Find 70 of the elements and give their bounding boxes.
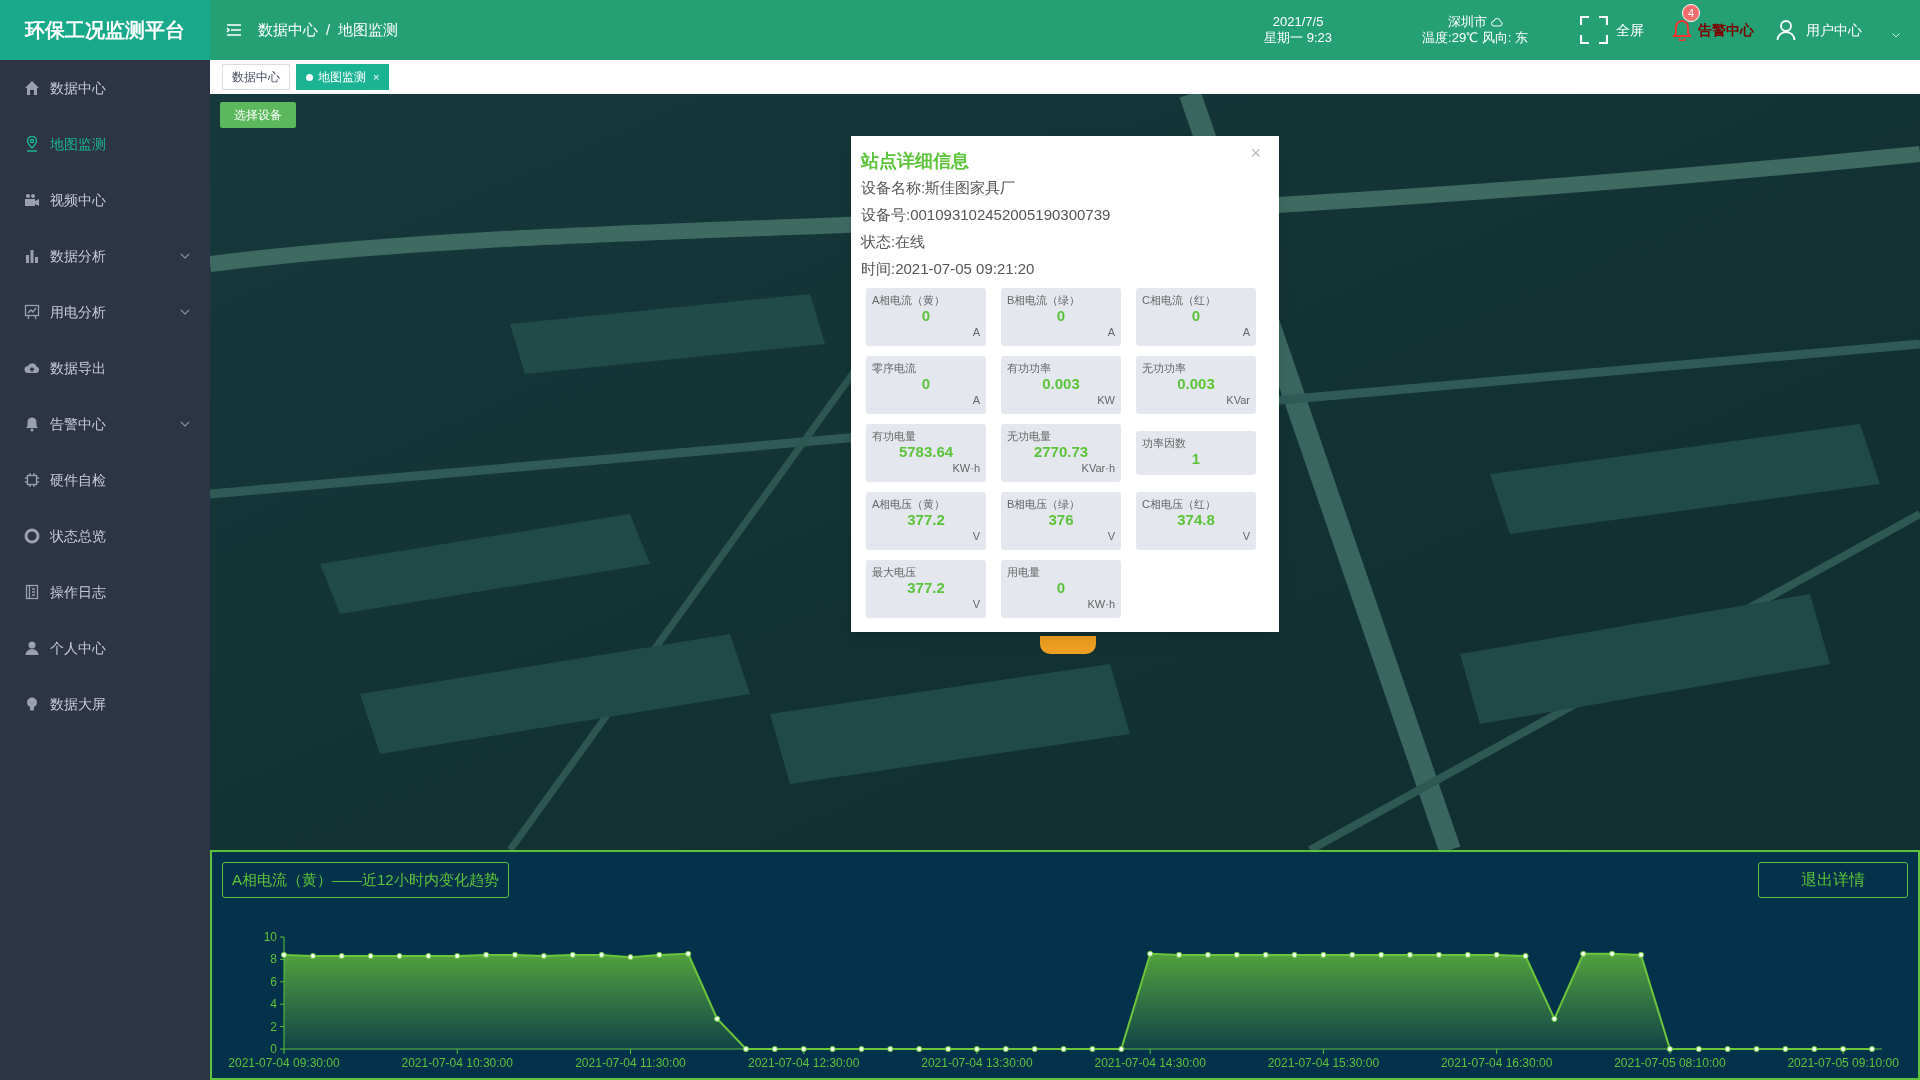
metric-value: 0 (1190, 307, 1202, 325)
axis-tick-label: 2021-07-04 14:30:00 (1094, 1056, 1206, 1070)
detail-text: 设备号:001093102452005190300739 (861, 205, 1112, 225)
metric-label: 最大电压 (872, 566, 917, 579)
metric-label: C相电流（红） (1142, 294, 1217, 307)
metric-label: 无功功率 (1142, 362, 1187, 375)
metric-unit: V (972, 597, 980, 611)
metric-unit: A (1242, 325, 1250, 339)
axis-tick-label: 6 (270, 974, 277, 989)
axis-tick-label: 4 (270, 997, 277, 1012)
detail-text: 设备名称:斯佳图家具厂 (861, 178, 1017, 198)
metric-value: 377.2 (906, 579, 946, 597)
breadcrumb-separator: / (326, 19, 331, 40)
axis-tick-label: 8 (270, 952, 277, 967)
axis-tick-label: 2021-07-04 15:30:00 (1267, 1056, 1380, 1070)
metric-unit: A (972, 393, 980, 407)
detail-text: 时间:2021-07-05 09:21:20 (861, 259, 1036, 279)
metric-value: 0 (1055, 579, 1067, 597)
notification-badge: 4 (1682, 4, 1700, 22)
metric-value: 0.003 (1041, 375, 1081, 393)
axis-tick-label: 0 (270, 1042, 277, 1056)
axis-tick-label: 2021-07-04 13:30:00 (921, 1056, 1033, 1070)
metric-value: 2770.73 (1032, 443, 1090, 461)
axis-tick-label: 2021-07-04 16:30:00 (1440, 1056, 1553, 1070)
axis-tick-label: 10 (263, 932, 277, 944)
metric-label: 无功电量 (1007, 430, 1052, 443)
weekday-time-text: 星期一 9:23 (1264, 30, 1333, 46)
metric-label: A相电流（黄） (872, 294, 947, 307)
metric-label: 用电量 (1007, 566, 1041, 579)
metric-unit: KVar·h (1081, 461, 1115, 475)
metric-unit: V (1107, 529, 1115, 543)
metric-label: 有功电量 (872, 430, 917, 443)
metric-label: 有功功率 (1007, 362, 1052, 375)
metric-label: C相电压（红） (1142, 498, 1217, 511)
metric-unit: A (972, 325, 980, 339)
metric-unit: KW·h (952, 461, 980, 475)
axis-tick-label: 2021-07-05 09:10:00 (1787, 1056, 1899, 1070)
city-text: 深圳市 (1447, 14, 1487, 30)
axis-tick-label: 2021-07-04 09:30:00 (228, 1056, 340, 1070)
metric-value: 376 (1047, 511, 1075, 529)
metric-label: A相电压（黄） (872, 498, 947, 511)
app-title: 环保工况监测平台 (25, 18, 185, 43)
metric-value: 0.003 (1176, 375, 1216, 393)
weather-text: 温度:29℃ 风向: 东 (1422, 30, 1528, 46)
metric-unit: KVar (1226, 393, 1250, 407)
metric-label: 功率因数 (1142, 437, 1187, 450)
metric-value: 374.8 (1176, 511, 1216, 529)
metric-unit: A (1107, 325, 1115, 339)
date-text: 2021/7/5 (1272, 14, 1324, 30)
metric-unit: V (1242, 529, 1250, 543)
axis-tick-label: 2021-07-04 11:30:00 (575, 1056, 686, 1070)
metric-label: 零序电流 (872, 362, 917, 375)
metric-unit: KW·h (1087, 597, 1115, 611)
metric-value: 1 (1190, 450, 1202, 468)
axis-tick-label: 2021-07-04 10:30:00 (401, 1056, 513, 1070)
metric-unit: V (972, 529, 980, 543)
popup-title: 站点详细信息 (861, 150, 969, 173)
metric-value: 0 (920, 307, 932, 325)
metric-value: 377.2 (906, 511, 946, 529)
metric-label: B相电压（绿） (1007, 498, 1082, 511)
chart-title: A相电流（黄）——近12小时内变化趋势 (222, 862, 509, 898)
axis-tick-label: 2 (270, 1019, 277, 1034)
axis-tick-label: 2021-07-04 12:30:00 (748, 1056, 860, 1070)
metric-unit: KW (1097, 393, 1115, 407)
metric-value: 0 (1055, 307, 1067, 325)
axis-tick-label: 2021-07-05 08:10:00 (1614, 1056, 1726, 1070)
detail-text: 状态:在线 (861, 232, 927, 252)
metric-label: B相电流（绿） (1007, 294, 1082, 307)
metric-value: 0 (920, 375, 932, 393)
metric-value: 5783.64 (897, 443, 955, 461)
